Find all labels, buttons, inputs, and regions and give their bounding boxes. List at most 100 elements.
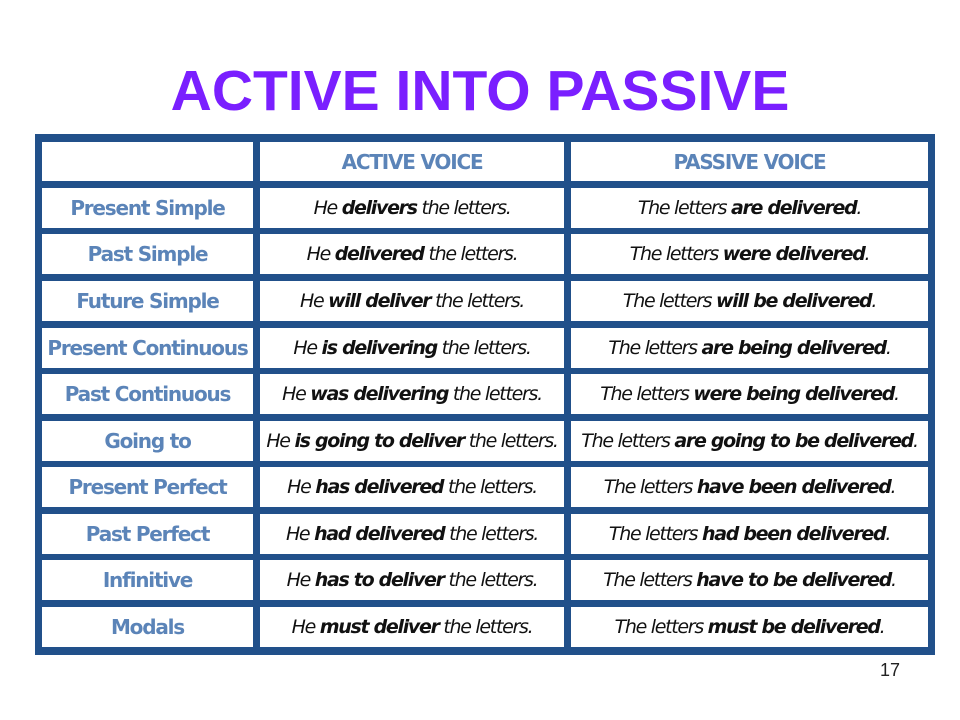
sentence-plain-end: . (894, 383, 900, 405)
active-voice-sentence: He will deliver the letters. (260, 281, 564, 321)
sentence-verb-bold: are delivered (730, 197, 858, 219)
active-sentence-text: He has to deliver the letters. (286, 569, 539, 591)
active-sentence-text: He delivered the letters. (306, 243, 519, 265)
sentence-plain-start: The letters (629, 243, 723, 265)
sentence-plain-end: . (856, 197, 862, 219)
active-voice-sentence: He has to deliver the letters. (260, 560, 564, 600)
passive-sentence-text: The letters are going to be delivered. (581, 430, 919, 452)
sentence-plain-end: the letters. (448, 383, 543, 405)
passive-sentence-text: The letters were being delivered. (600, 383, 900, 405)
active-voice-sentence: He was delivering the letters. (260, 374, 564, 414)
sentence-verb-bold: are going to be delivered (674, 430, 914, 452)
active-sentence-text: He delivers the letters. (313, 197, 512, 219)
sentence-verb-bold: has to deliver (314, 569, 445, 591)
page-number: 17 (880, 660, 901, 680)
sentence-verb-bold: will be delivered (715, 290, 873, 312)
sentence-plain-end: the letters. (423, 243, 518, 265)
passive-voice-sentence: The letters have been delivered. (571, 467, 928, 507)
sentence-plain-start: He (285, 523, 315, 545)
sentence-verb-bold: have been delivered (696, 476, 892, 498)
sentence-plain-start: The letters (608, 523, 702, 545)
sentence-verb-bold: are being delivered (701, 337, 887, 359)
sentence-plain-start: He (287, 476, 316, 498)
header-passive-voice: PASSIVE VOICE (571, 142, 928, 181)
sentence-plain-end: the letters. (438, 616, 533, 638)
passive-voice-sentence: The letters must be delivered. (571, 607, 928, 647)
passive-voice-sentence: The letters are being delivered. (571, 328, 928, 368)
sentence-plain-end: . (890, 476, 897, 498)
sentence-verb-bold: had delivered (314, 523, 446, 545)
passive-sentence-text: The letters were delivered. (629, 243, 871, 265)
active-voice-sentence: He delivers the letters. (260, 188, 564, 228)
passive-voice-sentence: The letters had been delivered. (571, 514, 928, 554)
active-sentence-text: He is going to deliver the letters. (266, 430, 559, 452)
sentence-verb-bold: must be delivered (707, 616, 881, 638)
sentence-plain-end: . (885, 523, 891, 545)
tense-label: Present Simple (42, 188, 253, 228)
sentence-verb-bold: was delivering (310, 383, 449, 405)
sentence-verb-bold: is delivering (321, 337, 439, 359)
sentence-plain-end: . (871, 290, 877, 312)
active-sentence-text: He will deliver the letters. (299, 290, 525, 312)
sentence-plain-end: the letters. (436, 337, 532, 359)
sentence-plain-end: . (885, 337, 892, 359)
sentence-plain-start: He (313, 197, 342, 219)
slide-title: ACTIVE INTO PASSIVE (170, 59, 790, 123)
sentence-verb-bold: has delivered (315, 476, 444, 498)
sentence-verb-bold: have to be delivered (696, 569, 892, 591)
tense-label: Modals (42, 607, 253, 647)
sentence-plain-start: He (266, 430, 295, 452)
sentence-plain-start: The letters (603, 476, 697, 498)
passive-sentence-text: The letters must be delivered. (615, 616, 886, 638)
sentence-plain-end: the letters. (444, 523, 539, 545)
sentence-plain-start: The letters (637, 197, 731, 219)
sentence-verb-bold: delivers (341, 197, 418, 219)
passive-sentence-text: The letters are being delivered. (608, 337, 892, 359)
sentence-plain-start: The letters (622, 290, 716, 312)
sentence-plain-start: The letters (581, 430, 675, 452)
sentence-plain-start: He (282, 383, 311, 405)
sentence-plain-end: the letters. (443, 476, 538, 498)
sentence-plain-end: . (912, 430, 919, 452)
tense-label: Infinitive (42, 560, 253, 600)
passive-sentence-text: The letters had been delivered. (608, 523, 891, 545)
tense-table: ACTIVE VOICE PASSIVE VOICE Present Simpl… (35, 134, 935, 655)
sentence-plain-end: . (864, 243, 871, 265)
passive-voice-sentence: The letters have to be delivered. (571, 560, 928, 600)
tense-label: Present Perfect (42, 467, 253, 507)
active-sentence-text: He has delivered the letters. (287, 476, 538, 498)
active-sentence-text: He must deliver the letters. (291, 616, 534, 638)
active-sentence-text: He was delivering the letters. (282, 383, 543, 405)
header-empty-cell (42, 142, 253, 181)
passive-sentence-text: The letters have been delivered. (603, 476, 897, 498)
sentence-plain-start: The letters (608, 337, 702, 359)
sentence-plain-end: . (891, 569, 897, 591)
sentence-plain-start: He (291, 616, 320, 638)
sentence-plain-start: He (286, 569, 315, 591)
sentence-verb-bold: were being delivered (693, 383, 895, 405)
active-voice-sentence: He is delivering the letters. (260, 328, 564, 368)
sentence-plain-start: He (299, 290, 329, 312)
sentence-plain-end: the letters. (464, 430, 559, 452)
passive-voice-sentence: The letters will be delivered. (571, 281, 928, 321)
tense-label: Past Perfect (42, 514, 253, 554)
sentence-verb-bold: delivered (334, 243, 425, 265)
sentence-verb-bold: were delivered (722, 243, 866, 265)
active-sentence-text: He is delivering the letters. (293, 337, 532, 359)
active-voice-sentence: He delivered the letters. (260, 234, 564, 274)
active-voice-sentence: He has delivered the letters. (260, 467, 564, 507)
active-voice-sentence: He had delivered the letters. (260, 514, 564, 554)
sentence-plain-start: The letters (603, 569, 697, 591)
passive-voice-sentence: The letters are going to be delivered. (571, 421, 928, 461)
tense-label: Present Continuous (42, 328, 253, 368)
sentence-verb-bold: must deliver (319, 616, 440, 638)
passive-sentence-text: The letters will be delivered. (622, 290, 877, 312)
sentence-verb-bold: had been delivered (702, 523, 887, 545)
sentence-plain-start: He (306, 243, 335, 265)
passive-voice-sentence: The letters were being delivered. (571, 374, 928, 414)
active-voice-sentence: He must deliver the letters. (260, 607, 564, 647)
sentence-plain-start: The letters (600, 383, 694, 405)
active-sentence-text: He had delivered the letters. (285, 523, 539, 545)
sentence-verb-bold: is going to deliver (294, 430, 465, 452)
header-active-voice: ACTIVE VOICE (260, 142, 564, 181)
